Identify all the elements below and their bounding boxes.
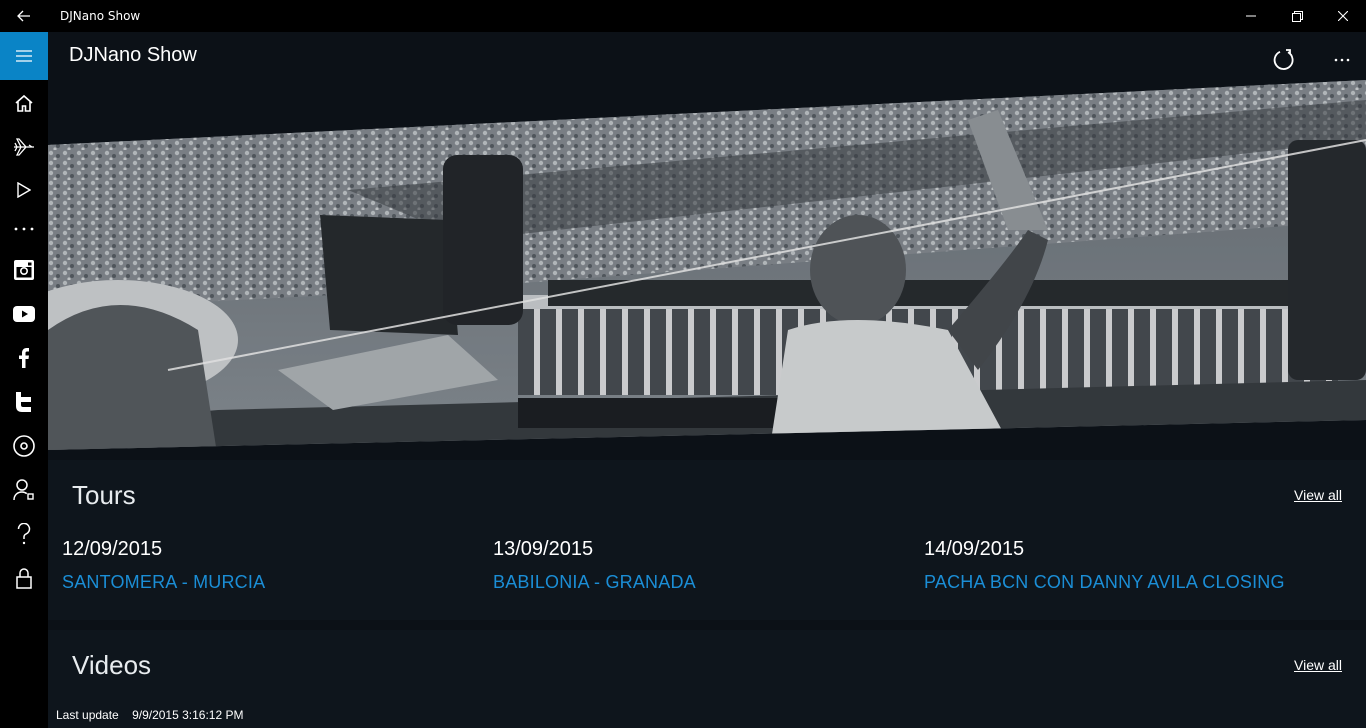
nav-instagram[interactable]: [0, 248, 48, 292]
more-options-button[interactable]: [1328, 46, 1356, 74]
home-icon: [15, 94, 33, 112]
hero-banner-image: [48, 80, 1366, 450]
minimize-button[interactable]: [1228, 0, 1274, 32]
nav-youtube[interactable]: [0, 292, 48, 336]
lock-icon: [16, 568, 32, 589]
tours-view-all-link[interactable]: View all: [1294, 487, 1342, 503]
nav-home[interactable]: [0, 81, 48, 125]
nav-more[interactable]: [0, 207, 48, 251]
hamburger-menu-button[interactable]: [0, 32, 48, 80]
refresh-icon: [1273, 49, 1294, 70]
tour-date: 14/09/2015: [924, 538, 1025, 560]
tour-date: 12/09/2015: [62, 538, 163, 560]
tour-item[interactable]: 14/09/2015 PACHA BCN CON DANNY AVILA CLO…: [924, 538, 1285, 593]
tour-item[interactable]: 12/09/2015 SANTOMERA - MURCIA: [62, 538, 265, 593]
user-icon: [13, 479, 34, 501]
ellipsis-icon: [1334, 58, 1350, 62]
twitter-icon: [16, 392, 31, 412]
videos-view-all-link[interactable]: View all: [1294, 657, 1342, 673]
youtube-icon: [13, 306, 35, 322]
nav-twitter[interactable]: [0, 380, 48, 424]
nav-help[interactable]: [0, 512, 48, 556]
play-icon: [17, 182, 31, 198]
title-bar: DJNano Show: [0, 0, 1366, 32]
instagram-icon: [14, 260, 34, 280]
minimize-icon: [1246, 15, 1256, 17]
main-content: DJNano Show Tours View all 12/09/2015 SA…: [48, 32, 1366, 728]
back-button[interactable]: [0, 0, 48, 32]
last-update-label: Last update: [56, 708, 119, 722]
menu-icon: [16, 50, 32, 62]
tours-title: Tours: [72, 480, 136, 510]
restore-icon: [1291, 10, 1303, 22]
close-icon: [1338, 11, 1348, 21]
back-arrow-icon: [17, 10, 30, 22]
airplane-icon: [14, 138, 34, 156]
tour-item[interactable]: 13/09/2015 BABILONIA - GRANADA: [493, 538, 696, 593]
tours-section: Tours View all 12/09/2015 SANTOMERA - MU…: [48, 460, 1366, 620]
page-title: DJNano Show: [69, 44, 197, 66]
help-icon: [17, 523, 31, 545]
tour-date: 13/09/2015: [493, 538, 594, 560]
restore-button[interactable]: [1274, 0, 1320, 32]
nav-play[interactable]: [0, 168, 48, 212]
window-title: DJNano Show: [60, 9, 141, 23]
nav-music[interactable]: [0, 424, 48, 468]
tour-venue-link[interactable]: BABILONIA - GRANADA: [493, 572, 696, 593]
refresh-button[interactable]: [1270, 46, 1298, 74]
facebook-icon: [19, 348, 29, 368]
nav-facebook[interactable]: [0, 336, 48, 380]
tour-venue-link[interactable]: PACHA BCN CON DANNY AVILA CLOSING: [924, 572, 1285, 593]
close-button[interactable]: [1320, 0, 1366, 32]
status-bar: Last update 9/9/2015 3:16:12 PM: [56, 708, 253, 722]
videos-title: Videos: [72, 650, 152, 680]
nav-profile[interactable]: [0, 468, 48, 512]
nav-tours[interactable]: [0, 125, 48, 169]
tour-venue-link[interactable]: SANTOMERA - MURCIA: [62, 572, 265, 593]
last-update-value: 9/9/2015 3:16:12 PM: [132, 708, 244, 722]
navigation-rail: [0, 32, 48, 728]
more-icon: [14, 227, 34, 231]
disc-icon: [13, 435, 35, 457]
nav-lock[interactable]: [0, 556, 48, 600]
